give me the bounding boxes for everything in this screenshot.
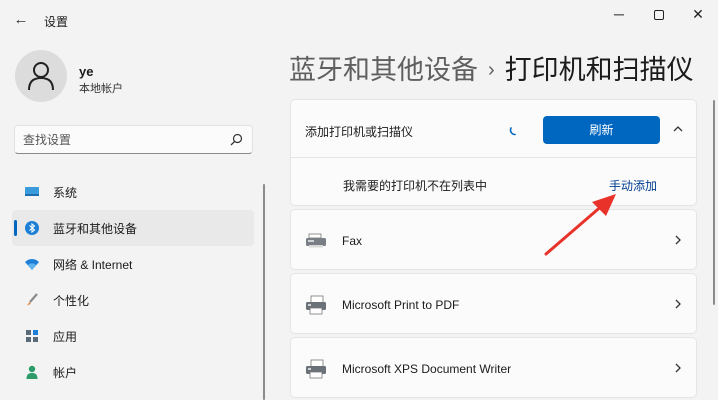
bluetooth-icon <box>25 221 39 235</box>
sidebar-item-bluetooth[interactable]: 蓝牙和其他设备 <box>12 210 254 246</box>
user-name: ye <box>79 64 94 79</box>
sidebar-item-network[interactable]: 网络 & Internet <box>12 246 254 282</box>
sidebar-item-accounts[interactable]: 帐户 <box>12 354 254 390</box>
refresh-button[interactable]: 刷新 <box>543 116 660 144</box>
breadcrumb-separator: › <box>488 59 495 81</box>
chevron-right-icon <box>675 363 681 373</box>
search-icon[interactable] <box>228 132 244 148</box>
search-box[interactable] <box>14 125 253 154</box>
avatar[interactable] <box>15 50 67 102</box>
add-printer-card: 添加打印机或扫描仪 刷新 我需要的打印机不在列表中 手动添加 <box>290 99 697 206</box>
monitor-icon <box>25 187 39 196</box>
maximize-button[interactable] <box>644 4 674 24</box>
sidebar-item-label: 系统 <box>53 186 78 200</box>
sidebar-item-apps[interactable]: 应用 <box>12 318 254 354</box>
sidebar-item-label: 蓝牙和其他设备 <box>53 222 138 236</box>
sidebar-item-label: 个性化 <box>53 294 90 308</box>
chevron-up-icon[interactable] <box>671 122 685 136</box>
person-icon <box>26 365 38 379</box>
apps-icon <box>26 330 38 342</box>
printer-icon <box>306 359 326 379</box>
sidebar-item-system[interactable]: 系统 <box>12 174 254 210</box>
loading-spinner-icon <box>509 127 516 136</box>
add-printer-label: 添加打印机或扫描仪 <box>305 125 414 139</box>
close-button[interactable]: ✕ <box>683 4 713 24</box>
user-avatar-icon <box>28 62 54 91</box>
annotation-arrow <box>544 194 616 256</box>
maximize-icon <box>654 10 664 21</box>
app-title: 设置 <box>44 15 69 29</box>
brush-icon <box>27 293 38 306</box>
close-icon: ✕ <box>692 6 704 22</box>
chevron-right-icon <box>675 299 681 309</box>
back-arrow-icon: ← <box>13 11 29 28</box>
minimize-button[interactable]: ─ <box>604 4 634 24</box>
search-input[interactable] <box>23 131 223 149</box>
printer-name: Fax <box>342 234 363 248</box>
printer-icon <box>306 295 326 315</box>
printer-item-xps-writer[interactable]: Microsoft XPS Document Writer <box>290 337 697 398</box>
printer-name: Microsoft XPS Document Writer <box>342 362 512 376</box>
printer-item-fax[interactable]: Fax <box>290 209 697 270</box>
fax-icon <box>306 233 326 248</box>
chevron-right-icon <box>675 235 681 245</box>
sidebar-item-label: 帐户 <box>53 366 78 380</box>
printer-item-print-to-pdf[interactable]: Microsoft Print to PDF <box>290 273 697 334</box>
sidebar-scrollbar[interactable] <box>263 184 265 400</box>
sidebar-item-label: 网络 & Internet <box>53 258 133 272</box>
sidebar-item-label: 应用 <box>53 330 78 344</box>
minimize-icon: ─ <box>614 6 624 22</box>
printer-name: Microsoft Print to PDF <box>342 298 460 312</box>
breadcrumb: 蓝牙和其他设备 › 打印机和扫描仪 <box>289 48 694 87</box>
wifi-icon <box>25 259 39 270</box>
content-scrollbar[interactable] <box>713 100 715 305</box>
title-bar: ← 设置 ─ ✕ <box>0 0 718 40</box>
add-printer-row: 添加打印机或扫描仪 刷新 <box>291 100 696 158</box>
sidebar-item-personalization[interactable]: 个性化 <box>12 282 254 318</box>
breadcrumb-parent[interactable]: 蓝牙和其他设备 <box>289 55 478 85</box>
page-title: 打印机和扫描仪 <box>504 55 694 85</box>
sidebar-nav: 系统 蓝牙和其他设备 网络 & Internet 个性化 应用 帐户 <box>12 174 254 390</box>
back-button[interactable]: ← <box>10 9 32 31</box>
printer-not-listed-label: 我需要的打印机不在列表中 <box>343 179 488 193</box>
account-type: 本地帐户 <box>79 83 123 95</box>
